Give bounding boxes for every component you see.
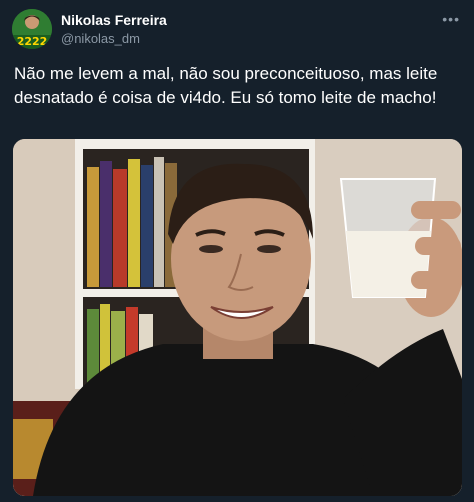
author-name[interactable]: Nikolas Ferreira: [61, 12, 167, 28]
tweet-text: Não me levem a mal, não sou preconceituo…: [14, 64, 438, 107]
tweet-header: 2222 Nikolas Ferreira @nikolas_dm •••: [0, 0, 474, 56]
tweet-photo[interactable]: [13, 139, 462, 496]
photo-image: [13, 139, 462, 496]
avatar-badge: 2222: [12, 35, 52, 49]
author-handle[interactable]: @nikolas_dm: [61, 31, 140, 46]
avatar[interactable]: 2222: [12, 9, 52, 49]
more-icon[interactable]: •••: [442, 11, 460, 27]
